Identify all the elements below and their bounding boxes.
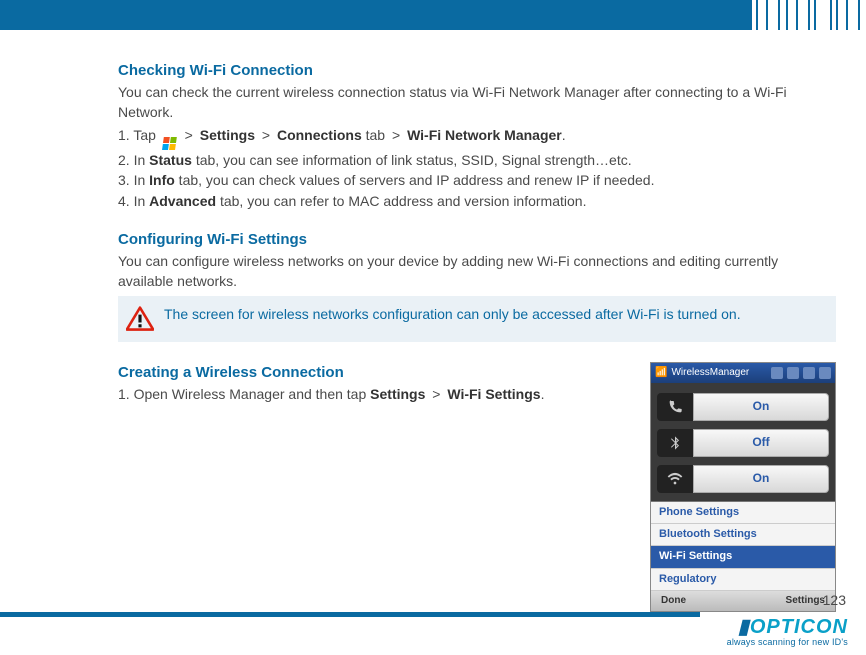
chevron: > — [262, 127, 270, 143]
steps-checking-wifi: 1. Tap > Settings > Connections tab > Wi… — [118, 126, 836, 211]
toggle-bt-state: Off — [693, 429, 829, 457]
step1-prefix: 1. Tap — [118, 127, 160, 143]
status-icon — [771, 367, 783, 379]
menu-wifi-settings[interactable]: Wi-Fi Settings — [651, 546, 835, 568]
alert-text: The screen for wireless networks configu… — [164, 304, 741, 324]
c-step1-post: . — [541, 386, 545, 402]
device-screenshot: 📶 WirelessManager On — [650, 362, 836, 613]
heading-creating-connection: Creating a Wireless Connection — [118, 362, 636, 383]
toggle-wifi[interactable]: On — [657, 465, 829, 493]
step4-post: tab, you can refer to MAC address and ve… — [216, 193, 586, 209]
bluetooth-icon — [657, 429, 693, 457]
step2-bold: Status — [149, 152, 192, 168]
step1-wifi-mgr: Wi-Fi Network Manager — [407, 127, 562, 143]
step-3: 3. In Info tab, you can check values of … — [118, 171, 836, 191]
page-content: Checking Wi-Fi Connection You can check … — [0, 30, 866, 612]
step2-post: tab, you can see information of link sta… — [192, 152, 632, 168]
page-number: 123 — [823, 592, 846, 608]
c-step1-prefix: 1. Open Wireless Manager and then tap — [118, 386, 370, 402]
phone-icon — [657, 393, 693, 421]
alert-box: The screen for wireless networks configu… — [118, 296, 836, 342]
menu-phone-settings[interactable]: Phone Settings — [651, 502, 835, 524]
wifi-icon — [657, 465, 693, 493]
intro-checking-wifi: You can check the current wireless conne… — [118, 83, 836, 122]
toggle-phone-state: On — [693, 393, 829, 421]
toggle-wifi-state: On — [693, 465, 829, 493]
step4-prefix: 4. In — [118, 193, 149, 209]
chevron: > — [432, 386, 440, 402]
menu-bluetooth-settings[interactable]: Bluetooth Settings — [651, 524, 835, 546]
heading-configuring-wifi: Configuring Wi-Fi Settings — [118, 229, 836, 250]
softkey-settings[interactable]: Settings — [786, 594, 825, 608]
step-2: 2. In Status tab, you can see informatio… — [118, 151, 836, 171]
step2-prefix: 2. In — [118, 152, 149, 168]
intro-configuring-wifi: You can configure wireless networks on y… — [118, 252, 836, 291]
chevron: > — [392, 127, 400, 143]
creating-step-1: 1. Open Wireless Manager and then tap Se… — [132, 385, 636, 405]
footer-bar — [0, 612, 700, 617]
softkey-done[interactable]: Done — [661, 594, 686, 608]
step4-bold: Advanced — [149, 193, 216, 209]
brand-block: ▮OPTICON always scanning for new ID's — [727, 617, 848, 647]
device-softkeys: Done Settings — [651, 591, 835, 611]
close-icon — [819, 367, 831, 379]
brand-logo: ▮OPTICON — [727, 617, 848, 637]
step1-settings: Settings — [200, 127, 255, 143]
toggle-phone[interactable]: On — [657, 393, 829, 421]
toggle-bluetooth[interactable]: Off — [657, 429, 829, 457]
brand-tagline: always scanning for new ID's — [727, 637, 848, 647]
warning-icon — [126, 306, 154, 332]
heading-checking-wifi: Checking Wi-Fi Connection — [118, 60, 836, 81]
windows-start-icon — [161, 136, 177, 150]
period: . — [562, 127, 566, 143]
step-1: 1. Tap > Settings > Connections tab > Wi… — [118, 126, 836, 150]
device-title-text: WirelessManager — [671, 366, 749, 380]
app-icon: 📶 — [655, 366, 667, 380]
header-bar — [0, 0, 866, 30]
step3-bold: Info — [149, 172, 175, 188]
signal-icon — [787, 367, 799, 379]
header-stripes — [752, 0, 866, 30]
c-step1-wifi: Wi-Fi Settings — [447, 386, 540, 402]
device-menu: Phone Settings Bluetooth Settings Wi-Fi … — [651, 501, 835, 592]
step3-post: tab, you can check values of servers and… — [175, 172, 655, 188]
step3-prefix: 3. In — [118, 172, 149, 188]
step-4: 4. In Advanced tab, you can refer to MAC… — [118, 192, 836, 212]
device-titlebar: 📶 WirelessManager — [651, 363, 835, 383]
chevron: > — [185, 127, 193, 143]
volume-icon — [803, 367, 815, 379]
c-step1-settings: Settings — [370, 386, 425, 402]
step1-tab-word: tab — [366, 127, 389, 143]
menu-regulatory[interactable]: Regulatory — [651, 569, 835, 591]
step1-connections: Connections — [277, 127, 362, 143]
